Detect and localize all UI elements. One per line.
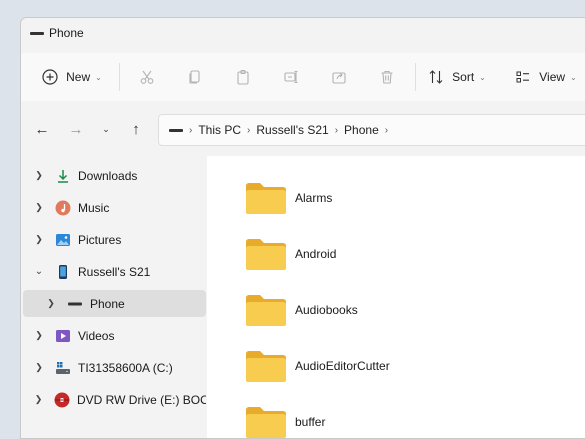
chevron-down-icon: ⌄ [479, 72, 486, 82]
folder-icon [246, 183, 286, 214]
chevron-right-icon: › [247, 124, 251, 136]
trash-icon [381, 70, 393, 84]
list-item[interactable]: buffer [245, 402, 326, 438]
sort-button[interactable]: Sort ⌄ [425, 61, 489, 93]
sidebar-item-label: Downloads [78, 168, 138, 183]
address-bar[interactable]: › This PC › Russell's S21 › Phone › [158, 114, 585, 146]
share-button[interactable] [325, 61, 353, 93]
arrow-right-icon: → [68, 120, 84, 138]
copy-button[interactable] [181, 61, 209, 93]
plus-circle-icon [42, 69, 58, 85]
arrow-left-icon: ← [34, 120, 50, 138]
window-title: Phone [49, 26, 84, 40]
download-icon [55, 168, 71, 184]
videos-icon [55, 328, 71, 344]
list-item[interactable]: Audiobooks [245, 290, 358, 330]
phone-icon [169, 128, 183, 132]
navigation-pane: ❯ Downloads ❯ Music ❯ Pictures ⌄ Russell… [21, 156, 207, 438]
chevron-right-icon[interactable]: ❯ [33, 330, 45, 341]
title-bar: Phone [21, 18, 585, 50]
clipboard-icon [237, 69, 249, 85]
chevron-right-icon: › [384, 124, 389, 136]
sidebar-item-music[interactable]: ❯ Music [23, 194, 206, 221]
phone-device-icon [55, 264, 71, 280]
list-item[interactable]: AudioEditorCutter [245, 346, 390, 386]
folder-icon [246, 407, 286, 438]
recent-locations-button[interactable]: ⌄ [94, 117, 118, 141]
new-button-label: New [66, 70, 91, 84]
chevron-right-icon[interactable]: ❯ [33, 394, 44, 405]
sidebar-item-downloads[interactable]: ❯ Downloads [23, 162, 206, 189]
paste-button[interactable] [229, 61, 257, 93]
folder-icon [246, 295, 286, 326]
folder-name: buffer [295, 415, 326, 429]
sidebar-item-dvd-drive[interactable]: ❯ DVD RW Drive (E:) BOOK [23, 386, 206, 413]
main-area: ❯ Downloads ❯ Music ❯ Pictures ⌄ Russell… [21, 156, 585, 438]
folder-name: Android [295, 247, 337, 261]
sort-button-label: Sort [452, 70, 475, 84]
forward-button[interactable]: → [64, 117, 88, 141]
sidebar-item-label: Pictures [78, 232, 122, 247]
breadcrumb-this-pc[interactable]: This PC [198, 123, 241, 137]
toolbar-separator [415, 63, 416, 91]
chevron-right-icon: › [189, 124, 193, 136]
sidebar-item-label: DVD RW Drive (E:) BOOK [77, 392, 206, 407]
sidebar-item-videos[interactable]: ❯ Videos [23, 322, 206, 349]
chevron-down-icon: ⌄ [95, 72, 102, 82]
pictures-icon [55, 232, 71, 248]
rename-button[interactable] [277, 61, 305, 93]
sidebar-item-russells-s21[interactable]: ⌄ Russell's S21 [23, 258, 206, 285]
phone-storage-icon [67, 296, 83, 312]
sort-arrows-icon [429, 70, 443, 84]
list-item[interactable]: Alarms [245, 178, 332, 218]
cut-button[interactable] [133, 61, 161, 93]
breadcrumb-device[interactable]: Russell's S21 [256, 123, 328, 137]
explorer-window: Phone New ⌄ Sort ⌄ View ⌄ ← → ⌄ ↑ › This… [20, 17, 585, 439]
view-list-icon [516, 71, 530, 83]
rename-icon [284, 70, 298, 84]
chevron-right-icon[interactable]: ❯ [33, 362, 45, 373]
folder-icon [246, 239, 286, 270]
scissors-icon [140, 70, 154, 84]
sidebar-item-label: TI31358600A (C:) [78, 360, 173, 375]
sidebar-item-label: Videos [78, 328, 115, 343]
breadcrumb-phone[interactable]: Phone [344, 123, 379, 137]
chevron-right-icon[interactable]: ❯ [33, 170, 45, 181]
sidebar-item-pictures[interactable]: ❯ Pictures [23, 226, 206, 253]
delete-button[interactable] [373, 61, 401, 93]
chevron-right-icon[interactable]: ❯ [33, 234, 45, 245]
dvd-icon [54, 392, 70, 408]
chevron-right-icon[interactable]: ❯ [45, 298, 57, 309]
folder-name: Audiobooks [295, 303, 358, 317]
chevron-down-icon: ⌄ [102, 123, 110, 134]
chevron-right-icon: › [334, 124, 339, 136]
folder-name: AudioEditorCutter [295, 359, 390, 373]
up-button[interactable]: ↑ [124, 117, 148, 141]
copy-icon [189, 70, 200, 84]
folder-name: Alarms [295, 191, 333, 205]
new-button[interactable]: New ⌄ [37, 61, 107, 93]
folder-icon [246, 351, 286, 382]
toolbar-separator [119, 63, 120, 91]
command-bar: New ⌄ Sort ⌄ View ⌄ [21, 53, 585, 101]
chevron-down-icon[interactable]: ⌄ [33, 266, 45, 277]
phone-icon [30, 32, 44, 35]
arrow-up-icon: ↑ [132, 120, 140, 138]
file-list: Alarms Android Audiobooks AudioEditorCut… [207, 156, 585, 438]
music-icon [55, 200, 71, 216]
navigation-bar: ← → ⌄ ↑ › This PC › Russell's S21 › Phon… [21, 109, 585, 149]
list-item[interactable]: Android [245, 234, 336, 274]
view-button[interactable]: View ⌄ [511, 61, 581, 93]
sidebar-item-c-drive[interactable]: ❯ TI31358600A (C:) [23, 354, 206, 381]
sidebar-item-label: Phone [90, 296, 125, 311]
sidebar-item-label: Music [78, 200, 110, 215]
chevron-down-icon: ⌄ [570, 72, 577, 82]
sidebar-item-label: Russell's S21 [78, 264, 151, 279]
share-icon [332, 72, 346, 84]
drive-icon [55, 360, 71, 376]
sidebar-item-phone[interactable]: ❯ Phone [23, 290, 206, 317]
chevron-right-icon[interactable]: ❯ [33, 202, 45, 213]
view-button-label: View [539, 70, 566, 84]
back-button[interactable]: ← [30, 117, 54, 141]
